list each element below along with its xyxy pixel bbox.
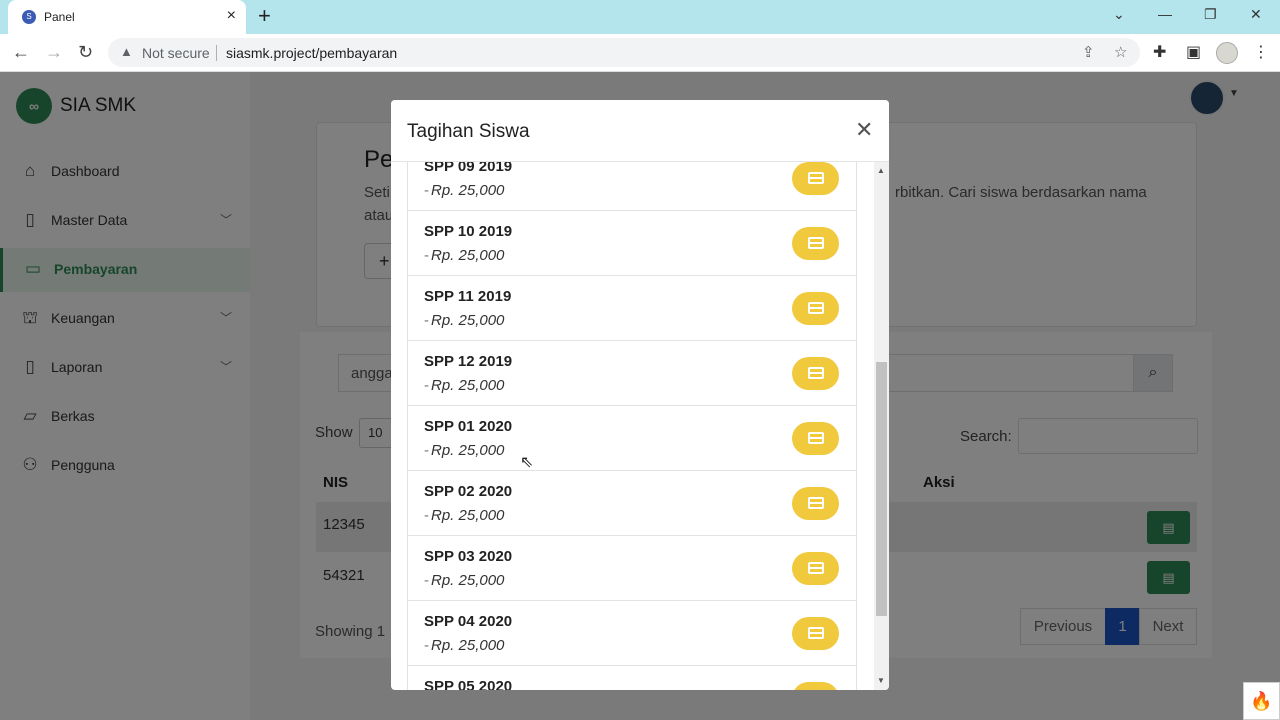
- tab-search-chevron-icon[interactable]: ⌄: [1113, 6, 1125, 23]
- modal-title: Tagihan Siswa: [407, 121, 530, 142]
- bill-amount: - Rp. 25,000: [424, 442, 504, 459]
- bill-name: SPP 04 2020: [424, 613, 513, 630]
- bill-amount-value: Rp. 25,000: [431, 572, 505, 589]
- bill-amount-value: Rp. 25,000: [431, 637, 505, 654]
- bill-amount-dash: -: [424, 377, 429, 394]
- reload-icon[interactable]: ↻: [78, 42, 93, 62]
- bill-amount: - Rp. 25,000: [424, 247, 504, 264]
- bill-amount-dash: -: [424, 507, 429, 524]
- bill-name: SPP 05 2020: [424, 678, 513, 690]
- credit-card-icon: [807, 172, 824, 184]
- credit-card-icon: [807, 367, 824, 379]
- pay-button[interactable]: [792, 227, 839, 260]
- bill-name: SPP 01 2020: [424, 418, 513, 435]
- bill-amount: - Rp. 25,000: [424, 637, 504, 654]
- pay-button[interactable]: [792, 487, 839, 520]
- bill-amount-value: Rp. 25,000: [431, 442, 505, 459]
- bill-amount-value: Rp. 25,000: [431, 377, 505, 394]
- credit-card-icon: [807, 562, 824, 574]
- url-omnibox[interactable]: ▲ Not secure siasmk.project/pembayaran ⇪…: [108, 38, 1140, 67]
- bill-amount-dash: -: [424, 247, 429, 264]
- bill-name: SPP 11 2019: [424, 288, 512, 305]
- credit-card-icon: [807, 237, 824, 249]
- bill-item: SPP 11 2019 - Rp. 25,000: [407, 276, 857, 341]
- bookmark-star-icon[interactable]: ☆: [1114, 43, 1127, 61]
- bill-amount-value: Rp. 25,000: [431, 312, 505, 329]
- bill-name: SPP 02 2020: [424, 483, 513, 500]
- bill-amount: - Rp. 25,000: [424, 182, 504, 199]
- bill-amount-dash: -: [424, 637, 429, 654]
- url-text: siasmk.project/pembayaran: [226, 45, 398, 61]
- modal-header: Tagihan Siswa ✕: [391, 100, 889, 162]
- modal-body: SPP 09 2019- Rp. 25,000 SPP 10 2019- Rp. 25…: [391, 162, 889, 690]
- kebab-menu-icon[interactable]: ⋮: [1253, 42, 1269, 62]
- credit-card-icon: [807, 627, 824, 639]
- bill-amount-value: Rp. 25,000: [431, 507, 505, 524]
- bill-amount-dash: -: [424, 572, 429, 589]
- pay-button[interactable]: [792, 682, 839, 690]
- bill-item: SPP 04 2020 - Rp. 25,000: [407, 601, 857, 666]
- bill-name: SPP 09 2019: [424, 162, 513, 175]
- credit-card-icon: [807, 497, 824, 509]
- pay-button[interactable]: [792, 162, 839, 195]
- scroll-down-arrow-icon[interactable]: ▼: [877, 676, 885, 685]
- browser-tab-bar: S Panel × + ⌄ — ❐ ✕: [0, 0, 1280, 34]
- close-icon[interactable]: ✕: [855, 118, 873, 142]
- bill-amount-value: Rp. 25,000: [431, 247, 505, 264]
- flame-icon: 🔥: [1243, 682, 1280, 720]
- pay-button[interactable]: [792, 422, 839, 455]
- extensions-puzzle-icon[interactable]: ✚: [1153, 42, 1166, 62]
- bill-amount-dash: -: [424, 182, 429, 199]
- scrollbar[interactable]: ▲ ▼: [874, 162, 889, 690]
- credit-card-icon: [807, 302, 824, 314]
- bill-item: SPP 12 2019 - Rp. 25,000: [407, 341, 857, 406]
- bill-amount-dash: -: [424, 312, 429, 329]
- back-arrow-icon[interactable]: ←: [12, 42, 30, 62]
- omnibox-divider: [216, 45, 217, 61]
- tab-title: Panel: [44, 10, 75, 24]
- browser-tab[interactable]: S Panel ×: [8, 0, 246, 34]
- bill-amount: - Rp. 25,000: [424, 377, 504, 394]
- mouse-pointer-icon: ⇖: [520, 454, 534, 471]
- warning-triangle-icon: ▲: [120, 44, 133, 59]
- restore-icon[interactable]: ❐: [1204, 6, 1217, 23]
- minimize-icon[interactable]: —: [1158, 6, 1172, 22]
- bill-item: SPP 10 2019 - Rp. 25,000: [407, 211, 857, 276]
- pay-button[interactable]: [792, 552, 839, 585]
- bill-amount-value: Rp. 25,000: [431, 182, 505, 199]
- security-label: Not secure: [142, 45, 210, 61]
- bill-amount: - Rp. 25,000: [424, 572, 504, 589]
- bill-list: SPP 09 2019- Rp. 25,000 SPP 10 2019- Rp. 25…: [407, 162, 857, 690]
- share-icon[interactable]: ⇪: [1082, 43, 1095, 61]
- bills-modal: Tagihan Siswa ✕ SPP 09 2019- Rp. 25,000 SP…: [391, 100, 889, 690]
- tab-close-icon[interactable]: ×: [227, 8, 236, 24]
- shield-favicon-icon: S: [22, 10, 36, 24]
- bill-amount: - Rp. 25,000: [424, 312, 504, 329]
- credit-card-icon: [807, 432, 824, 444]
- pay-button[interactable]: [792, 357, 839, 390]
- bill-item: SPP 01 2020 - Rp. 25,000: [407, 406, 857, 471]
- bill-item: SPP 02 2020 - Rp. 25,000: [407, 471, 857, 536]
- bill-name: SPP 10 2019: [424, 223, 513, 240]
- bill-item: SPP 05 2020: [407, 666, 857, 690]
- forward-arrow-icon[interactable]: →: [45, 42, 63, 62]
- bill-name: SPP 03 2020: [424, 548, 513, 565]
- bill-item: SPP 09 2019 - Rp. 25,000: [407, 162, 857, 211]
- bill-amount-dash: -: [424, 442, 429, 459]
- bill-amount: - Rp. 25,000: [424, 507, 504, 524]
- bill-item: SPP 03 2020 - Rp. 25,000: [407, 536, 857, 601]
- pay-button[interactable]: [792, 292, 839, 325]
- scrollbar-thumb[interactable]: [876, 362, 887, 616]
- pay-button[interactable]: [792, 617, 839, 650]
- window-close-icon[interactable]: ✕: [1250, 6, 1262, 23]
- new-tab-icon[interactable]: +: [258, 5, 271, 27]
- scroll-up-arrow-icon[interactable]: ▲: [877, 166, 885, 175]
- browser-profile-avatar[interactable]: [1216, 42, 1238, 64]
- side-panel-icon[interactable]: ▣: [1186, 42, 1201, 62]
- bill-name: SPP 12 2019: [424, 353, 513, 370]
- address-bar: ← → ↻ ▲ Not secure siasmk.project/pembay…: [0, 34, 1280, 72]
